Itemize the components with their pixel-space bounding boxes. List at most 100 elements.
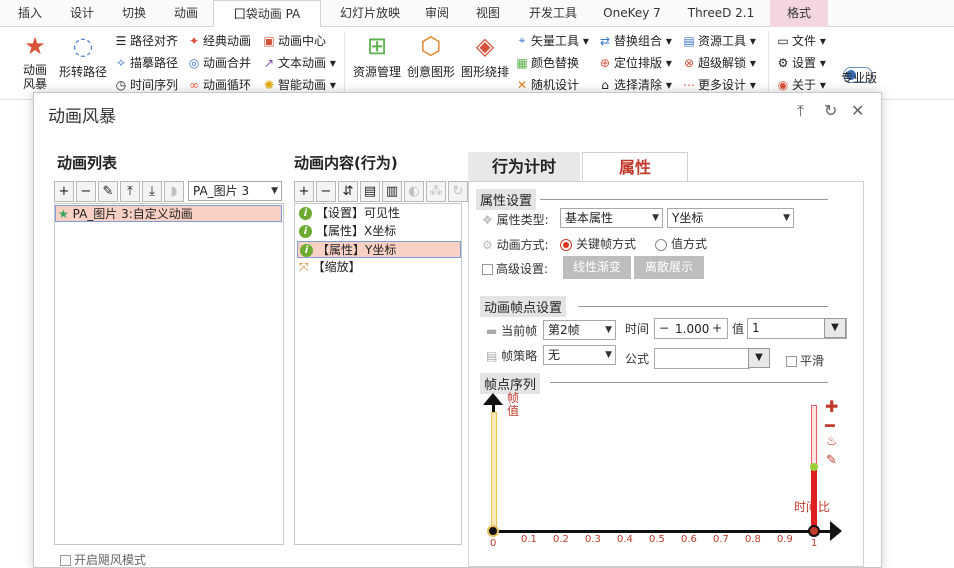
paste-icon[interactable]: ▥: [382, 181, 402, 202]
strategy-select[interactable]: 无 ▼: [543, 345, 616, 365]
random-design-button[interactable]: ✕ 随机设计: [515, 76, 579, 93]
move-bottom-icon[interactable]: ⤓: [142, 181, 162, 202]
list-item[interactable]: ⤧ 【缩放】: [297, 259, 461, 276]
vector-tool-button[interactable]: ⌖ 矢量工具 ▾: [515, 32, 589, 49]
path-align-button[interactable]: ☰ 路径对齐: [114, 32, 178, 49]
tab-format[interactable]: 格式: [770, 0, 828, 27]
remove-icon[interactable]: −: [76, 181, 96, 202]
time-sequence-button[interactable]: ◷ 时间序列: [114, 76, 178, 93]
prop-type-select[interactable]: 基本属性 ▼: [560, 208, 663, 228]
value-dropdown-button[interactable]: ▼: [824, 318, 846, 338]
anim-list-toolbar: + − ✎ ⤒ ⤓ ◗: [54, 181, 184, 202]
linear-gradient-button[interactable]: 线性渐变: [563, 256, 631, 279]
minus-icon[interactable]: −: [659, 319, 669, 337]
creative-shape-button[interactable]: ⬡ 创意图形: [404, 29, 458, 80]
trace-path-button[interactable]: ⟡ 描摹路径: [114, 54, 178, 71]
bell-icon[interactable]: ♨: [826, 434, 838, 449]
about-button[interactable]: ◉ 关于 ▾: [776, 76, 826, 93]
frame-1-handle[interactable]: [810, 463, 818, 471]
plus-icon[interactable]: +: [712, 319, 722, 337]
shape-to-path-button[interactable]: ◌ 形转路径: [57, 29, 109, 80]
tab-onekey[interactable]: OneKey 7: [594, 0, 670, 27]
cur-frame-select[interactable]: 第2帧 ▼: [543, 320, 616, 340]
list-item[interactable]: i 【属性】X坐标: [297, 223, 461, 240]
tab-transition[interactable]: 切换: [110, 0, 158, 27]
pin-icon[interactable]: ⤒: [797, 101, 804, 121]
copy-icon[interactable]: ▤: [360, 181, 380, 202]
add-icon[interactable]: +: [294, 181, 314, 202]
animation-center-button[interactable]: ▣ 动画中心: [262, 32, 326, 49]
formula-input[interactable]: [654, 348, 750, 369]
discrete-display-button[interactable]: 离散展示: [634, 256, 704, 279]
object-select[interactable]: PA_图片 3 ▼: [188, 181, 282, 201]
refresh-icon[interactable]: ↻: [824, 101, 837, 120]
frame-1-point[interactable]: [808, 525, 820, 537]
position-layout-button[interactable]: ⊕ 定位排版 ▾: [598, 54, 672, 71]
about-icon: ◉: [777, 77, 789, 92]
classic-animation-button[interactable]: ✦ 经典动画: [187, 32, 251, 49]
path-icon: ◌: [72, 32, 94, 60]
half-icon[interactable]: ◐: [404, 181, 424, 202]
add-icon[interactable]: +: [54, 181, 74, 202]
cycle-icon[interactable]: ↻: [448, 181, 468, 202]
shape-wrap-button[interactable]: ◈ 图形绕排: [458, 29, 512, 80]
eraser-icon[interactable]: ✎: [826, 453, 837, 468]
mode-value-radio[interactable]: 值方式: [655, 235, 707, 252]
replace-group-button[interactable]: ⇄ 替换组合 ▾: [598, 32, 672, 49]
resource-tool-button[interactable]: ▤ 资源工具 ▾: [682, 32, 756, 49]
tab-pocket-animation[interactable]: 囗袋动画 PA: [213, 0, 321, 28]
tab-timing[interactable]: 行为计时: [468, 152, 580, 182]
animation-storm-button[interactable]: ★ 动画 风暴: [10, 29, 60, 91]
merge-animation-button[interactable]: ◎ 动画合并: [187, 54, 251, 71]
list-item[interactable]: ★ PA_图片 3:自定义动画: [55, 205, 282, 222]
smart-animation-button[interactable]: ✺ 智能动画 ▾: [262, 76, 336, 93]
x-axis: [492, 530, 832, 533]
super-unlock-button[interactable]: ⊗ 超级解锁 ▾: [682, 54, 756, 71]
formula-dropdown-button[interactable]: ▼: [748, 348, 770, 368]
color-replace-button[interactable]: ▦ 颜色替换: [515, 54, 579, 71]
remove-icon[interactable]: −: [316, 181, 336, 202]
time-stepper[interactable]: − 1.000 +: [654, 318, 728, 339]
tab-view[interactable]: 视图: [464, 0, 512, 27]
swap-icon[interactable]: ⇵: [338, 181, 358, 202]
storm-mode-checkbox[interactable]: 开启飓风模式: [60, 551, 146, 568]
time-label: 时间: [625, 322, 650, 336]
resource-manager-button[interactable]: ⊞ 资源管理: [350, 29, 404, 80]
select-clear-button[interactable]: ⌂ 选择清除 ▾: [598, 76, 672, 93]
brush-icon[interactable]: ✎: [98, 181, 118, 202]
file-button[interactable]: ▭ 文件 ▾: [776, 32, 826, 49]
star-small-icon: ✦: [188, 33, 200, 48]
prop-target-select[interactable]: Y坐标 ▼: [667, 208, 794, 228]
list-item[interactable]: i 【属性】Y坐标: [297, 241, 461, 258]
list-item-label: 【属性】Y坐标: [317, 243, 397, 257]
tab-animation[interactable]: 动画: [162, 0, 210, 27]
frame-sequence-graph[interactable]: 帧 值 时间比 0 0.1 0.2 0.3 0.4 0.5 0.6 0.7 0.…: [478, 390, 848, 549]
tab-developer[interactable]: 开发工具: [518, 0, 588, 27]
tab-design[interactable]: 设计: [58, 0, 106, 27]
disabled-icon[interactable]: ◗: [164, 181, 184, 202]
close-icon[interactable]: ✕: [851, 101, 864, 120]
link-icon[interactable]: ⁂: [426, 181, 446, 202]
rb-label: 更多设计 ▾: [698, 78, 756, 92]
tab-threed[interactable]: ThreeD 2.1: [678, 0, 764, 27]
smooth-checkbox[interactable]: 平滑: [786, 352, 824, 369]
tab-slideshow[interactable]: 幻灯片放映: [330, 0, 410, 27]
text-animation-button[interactable]: ↗ 文本动画 ▾: [262, 54, 336, 71]
tab-properties[interactable]: 属性: [582, 152, 688, 182]
loop-animation-button[interactable]: ∞ 动画循环: [187, 76, 251, 93]
move-top-icon[interactable]: ⤒: [120, 181, 140, 202]
add-frame-icon[interactable]: ✚: [825, 397, 838, 416]
tab-review[interactable]: 审阅: [414, 0, 460, 27]
advanced-checkbox[interactable]: 高级设置:: [482, 260, 548, 277]
remove-frame-icon[interactable]: ━: [825, 416, 835, 435]
shuffle-icon: ✕: [516, 77, 528, 92]
align-icon: ☰: [115, 33, 127, 48]
select-value: PA_图片 3: [193, 184, 250, 198]
more-design-button[interactable]: ⋯ 更多设计 ▾: [682, 76, 756, 93]
tab-insert[interactable]: 插入: [8, 0, 52, 27]
mode-keyframe-radio[interactable]: 关键帧方式: [560, 235, 636, 252]
list-item[interactable]: i 【设置】可见性: [297, 205, 461, 222]
settings-button[interactable]: ⚙ 设置 ▾: [776, 54, 826, 71]
frame-0-point[interactable]: [487, 525, 499, 537]
scale-icon: ⤧: [299, 260, 309, 274]
